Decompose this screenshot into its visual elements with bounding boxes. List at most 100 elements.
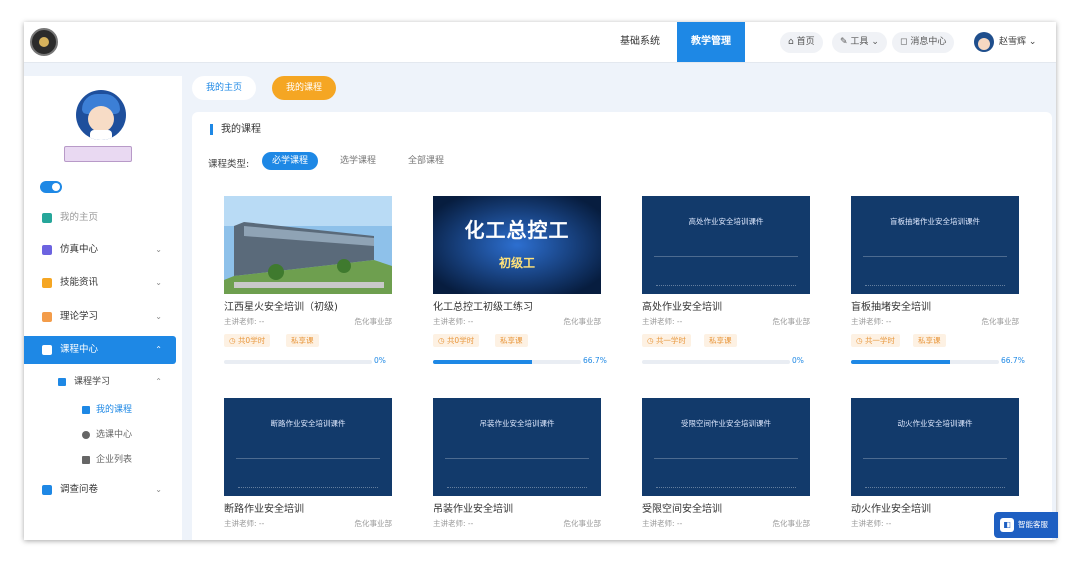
sidebar-item-label: 调查问卷 bbox=[60, 484, 99, 495]
course-title: 化工总控工初级工练习 bbox=[433, 302, 533, 313]
course-title: 高处作业安全培训 bbox=[642, 302, 722, 313]
course-teacher: 主讲老师: -- bbox=[642, 519, 683, 528]
course-panel: 我的课程 课程类型: 必学课程 选学课程 全部课程 江西星火安全培训（初级) 主… bbox=[192, 112, 1052, 540]
sidebar-item-skill-news[interactable]: 技能资讯 ⌄ bbox=[24, 269, 176, 297]
course-teacher: 主讲老师: -- bbox=[433, 317, 474, 326]
course-title: 受限空间安全培训 bbox=[642, 504, 722, 515]
user-menu[interactable]: 赵雪辉 ⌄ bbox=[999, 32, 1036, 53]
course-department: 危化事业部 bbox=[563, 519, 602, 528]
progress-fill bbox=[433, 360, 532, 364]
course-teacher: 主讲老师: -- bbox=[224, 317, 265, 326]
course-department: 危化事业部 bbox=[354, 317, 393, 326]
sidebar-subitem-course-selection[interactable]: 选课中心 bbox=[24, 423, 176, 447]
bell-icon: ◻ bbox=[900, 37, 908, 47]
sidebar-subitem-my-courses[interactable]: 我的课程 bbox=[24, 398, 176, 422]
sidebar-subitem-label: 选课中心 bbox=[96, 430, 133, 440]
course-teacher: 主讲老师: -- bbox=[851, 317, 892, 326]
company-icon bbox=[82, 456, 90, 464]
course-department: 危化事业部 bbox=[772, 317, 811, 326]
filter-all[interactable]: 全部课程 bbox=[398, 152, 454, 170]
course-thumbnail: 受限空间作业安全培训课件 bbox=[642, 398, 810, 496]
course-card[interactable]: 吊装作业安全培训课件 吊装作业安全培训 主讲老师: -- 危化事业部 bbox=[433, 398, 601, 536]
tools-label: 工具 bbox=[850, 37, 869, 47]
private-badge: 私享课 bbox=[495, 334, 528, 347]
clock-icon: ◷ bbox=[438, 336, 445, 345]
course-card[interactable]: 高处作业安全培训课件 高处作业安全培训 主讲老师: -- 危化事业部 ◷ 共一学… bbox=[642, 196, 811, 365]
survey-icon bbox=[42, 485, 52, 495]
thumbnail-subtitle: 初级工 bbox=[498, 256, 535, 270]
thumbnail-title: 吊装作业安全培训课件 bbox=[479, 419, 555, 428]
home-label: 首页 bbox=[796, 37, 815, 47]
course-thumbnail: 断路作业安全培训课件 bbox=[224, 398, 392, 496]
chevron-up-icon: ⌃ bbox=[155, 345, 162, 354]
sidebar-item-label: 课程中心 bbox=[60, 344, 99, 355]
logo bbox=[30, 28, 58, 56]
tab-my-courses[interactable]: 我的课程 bbox=[272, 76, 337, 100]
sidebar-subitem-company-list[interactable]: 企业列表 bbox=[24, 448, 176, 472]
sidebar-item-survey[interactable]: 调查问卷 ⌄ bbox=[24, 476, 176, 504]
user-avatar[interactable] bbox=[974, 32, 994, 52]
course-thumbnail: 动火作业安全培训课件 bbox=[851, 398, 1019, 496]
course-card[interactable]: 断路作业安全培训课件 断路作业安全培训 主讲老师: -- 危化事业部 bbox=[224, 398, 392, 536]
thumbnail-title: 受限空间作业安全培训课件 bbox=[681, 419, 771, 428]
course-department: 危化事业部 bbox=[772, 519, 811, 528]
chevron-down-icon: ⌄ bbox=[155, 245, 162, 254]
house-icon bbox=[42, 213, 52, 223]
messages-label: 消息中心 bbox=[910, 37, 947, 47]
wrench-icon: ✎ bbox=[840, 37, 848, 47]
news-icon bbox=[42, 278, 52, 288]
clock-icon: ◷ bbox=[856, 336, 863, 345]
page-title: 我的课程 bbox=[210, 124, 261, 135]
course-card[interactable]: 盲板抽堵作业安全培训课件 盲板抽堵安全培训 主讲老师: -- 危化事业部 ◷ 共… bbox=[851, 196, 1025, 365]
course-card[interactable]: 江西星火安全培训（初级) 主讲老师: -- 危化事业部 ◷ 共0学时 私享课 0… bbox=[224, 196, 393, 365]
profile-name-box bbox=[64, 146, 132, 162]
home-icon: ⌂ bbox=[788, 37, 794, 47]
sidebar-item-label: 技能资讯 bbox=[60, 277, 99, 288]
sidebar-item-course-center[interactable]: 课程中心 ⌃ bbox=[24, 336, 176, 364]
app-window: 基础系统 教学管理 ⌂ 首页 ✎ 工具 ⌄ ◻ 消息中心 赵雪辉 ⌄ 我的主页 … bbox=[24, 22, 1056, 540]
sidebar-subitem-course-study[interactable]: 课程学习 ⌃ bbox=[24, 370, 176, 394]
filter-label: 课程类型: bbox=[208, 159, 250, 170]
tab-my-home[interactable]: 我的主页 bbox=[192, 76, 257, 100]
course-title: 动火作业安全培训 bbox=[851, 504, 931, 515]
course-thumbnail: 吊装作业安全培训课件 bbox=[433, 398, 601, 496]
progress-label: 0% bbox=[374, 356, 386, 365]
course-department: 危化事业部 bbox=[354, 519, 393, 528]
filter-required[interactable]: 必学课程 bbox=[262, 152, 319, 170]
course-thumbnail bbox=[224, 196, 392, 294]
smart-service-label: 智能客服 bbox=[1018, 520, 1048, 529]
thumbnail-title: 动火作业安全培训课件 bbox=[897, 419, 973, 428]
sidebar-item-home[interactable]: 我的主页 bbox=[24, 204, 176, 232]
chevron-up-icon: ⌃ bbox=[155, 377, 162, 386]
sidebar-item-simulation[interactable]: 仿真中心 ⌄ bbox=[24, 236, 176, 264]
nav-basic-system[interactable]: 基础系统 bbox=[610, 22, 670, 62]
nav-teaching-management[interactable]: 教学管理 bbox=[677, 22, 745, 62]
progress-label: 66.7% bbox=[583, 356, 607, 365]
smart-service-button[interactable]: ◧ 智能客服 bbox=[994, 512, 1058, 538]
course-teacher: 主讲老师: -- bbox=[851, 519, 892, 528]
progress-label: 0% bbox=[792, 356, 804, 365]
course-card[interactable]: 化工总控工 初级工 化工总控工初级工练习 主讲老师: -- 危化事业部 ◷ 共0… bbox=[433, 196, 607, 365]
tools-dropdown[interactable]: ✎ 工具 ⌄ bbox=[832, 32, 887, 53]
home-button[interactable]: ⌂ 首页 bbox=[780, 32, 823, 53]
study-icon bbox=[58, 378, 66, 386]
chevron-down-icon: ⌄ bbox=[871, 37, 879, 47]
private-badge: 私享课 bbox=[913, 334, 946, 347]
hours-badge: ◷ 共一学时 bbox=[851, 334, 900, 347]
course-teacher: 主讲老师: -- bbox=[433, 519, 474, 528]
chevron-down-icon: ⌄ bbox=[155, 312, 162, 321]
course-department: 危化事业部 bbox=[563, 317, 602, 326]
sidebar: 我的主页 仿真中心 ⌄ 技能资讯 ⌄ 理论学习 ⌄ 课程中心 ⌃ 课程学习 ⌃ bbox=[24, 76, 182, 540]
message-center-button[interactable]: ◻ 消息中心 bbox=[892, 32, 955, 53]
sidebar-toggle[interactable] bbox=[40, 181, 62, 193]
filter-elective[interactable]: 选学课程 bbox=[330, 152, 386, 170]
course-department: 危化事业部 bbox=[981, 317, 1020, 326]
private-badge: 私享课 bbox=[704, 334, 737, 347]
course-teacher: 主讲老师: -- bbox=[224, 519, 265, 528]
course-card[interactable]: 受限空间作业安全培训课件 受限空间安全培训 主讲老师: -- 危化事业部 bbox=[642, 398, 810, 536]
select-icon bbox=[82, 431, 90, 439]
course-title: 断路作业安全培训 bbox=[224, 504, 304, 515]
sidebar-item-label: 理论学习 bbox=[60, 311, 99, 322]
course-title: 江西星火安全培训（初级) bbox=[224, 302, 338, 313]
sidebar-item-theory[interactable]: 理论学习 ⌄ bbox=[24, 303, 176, 331]
